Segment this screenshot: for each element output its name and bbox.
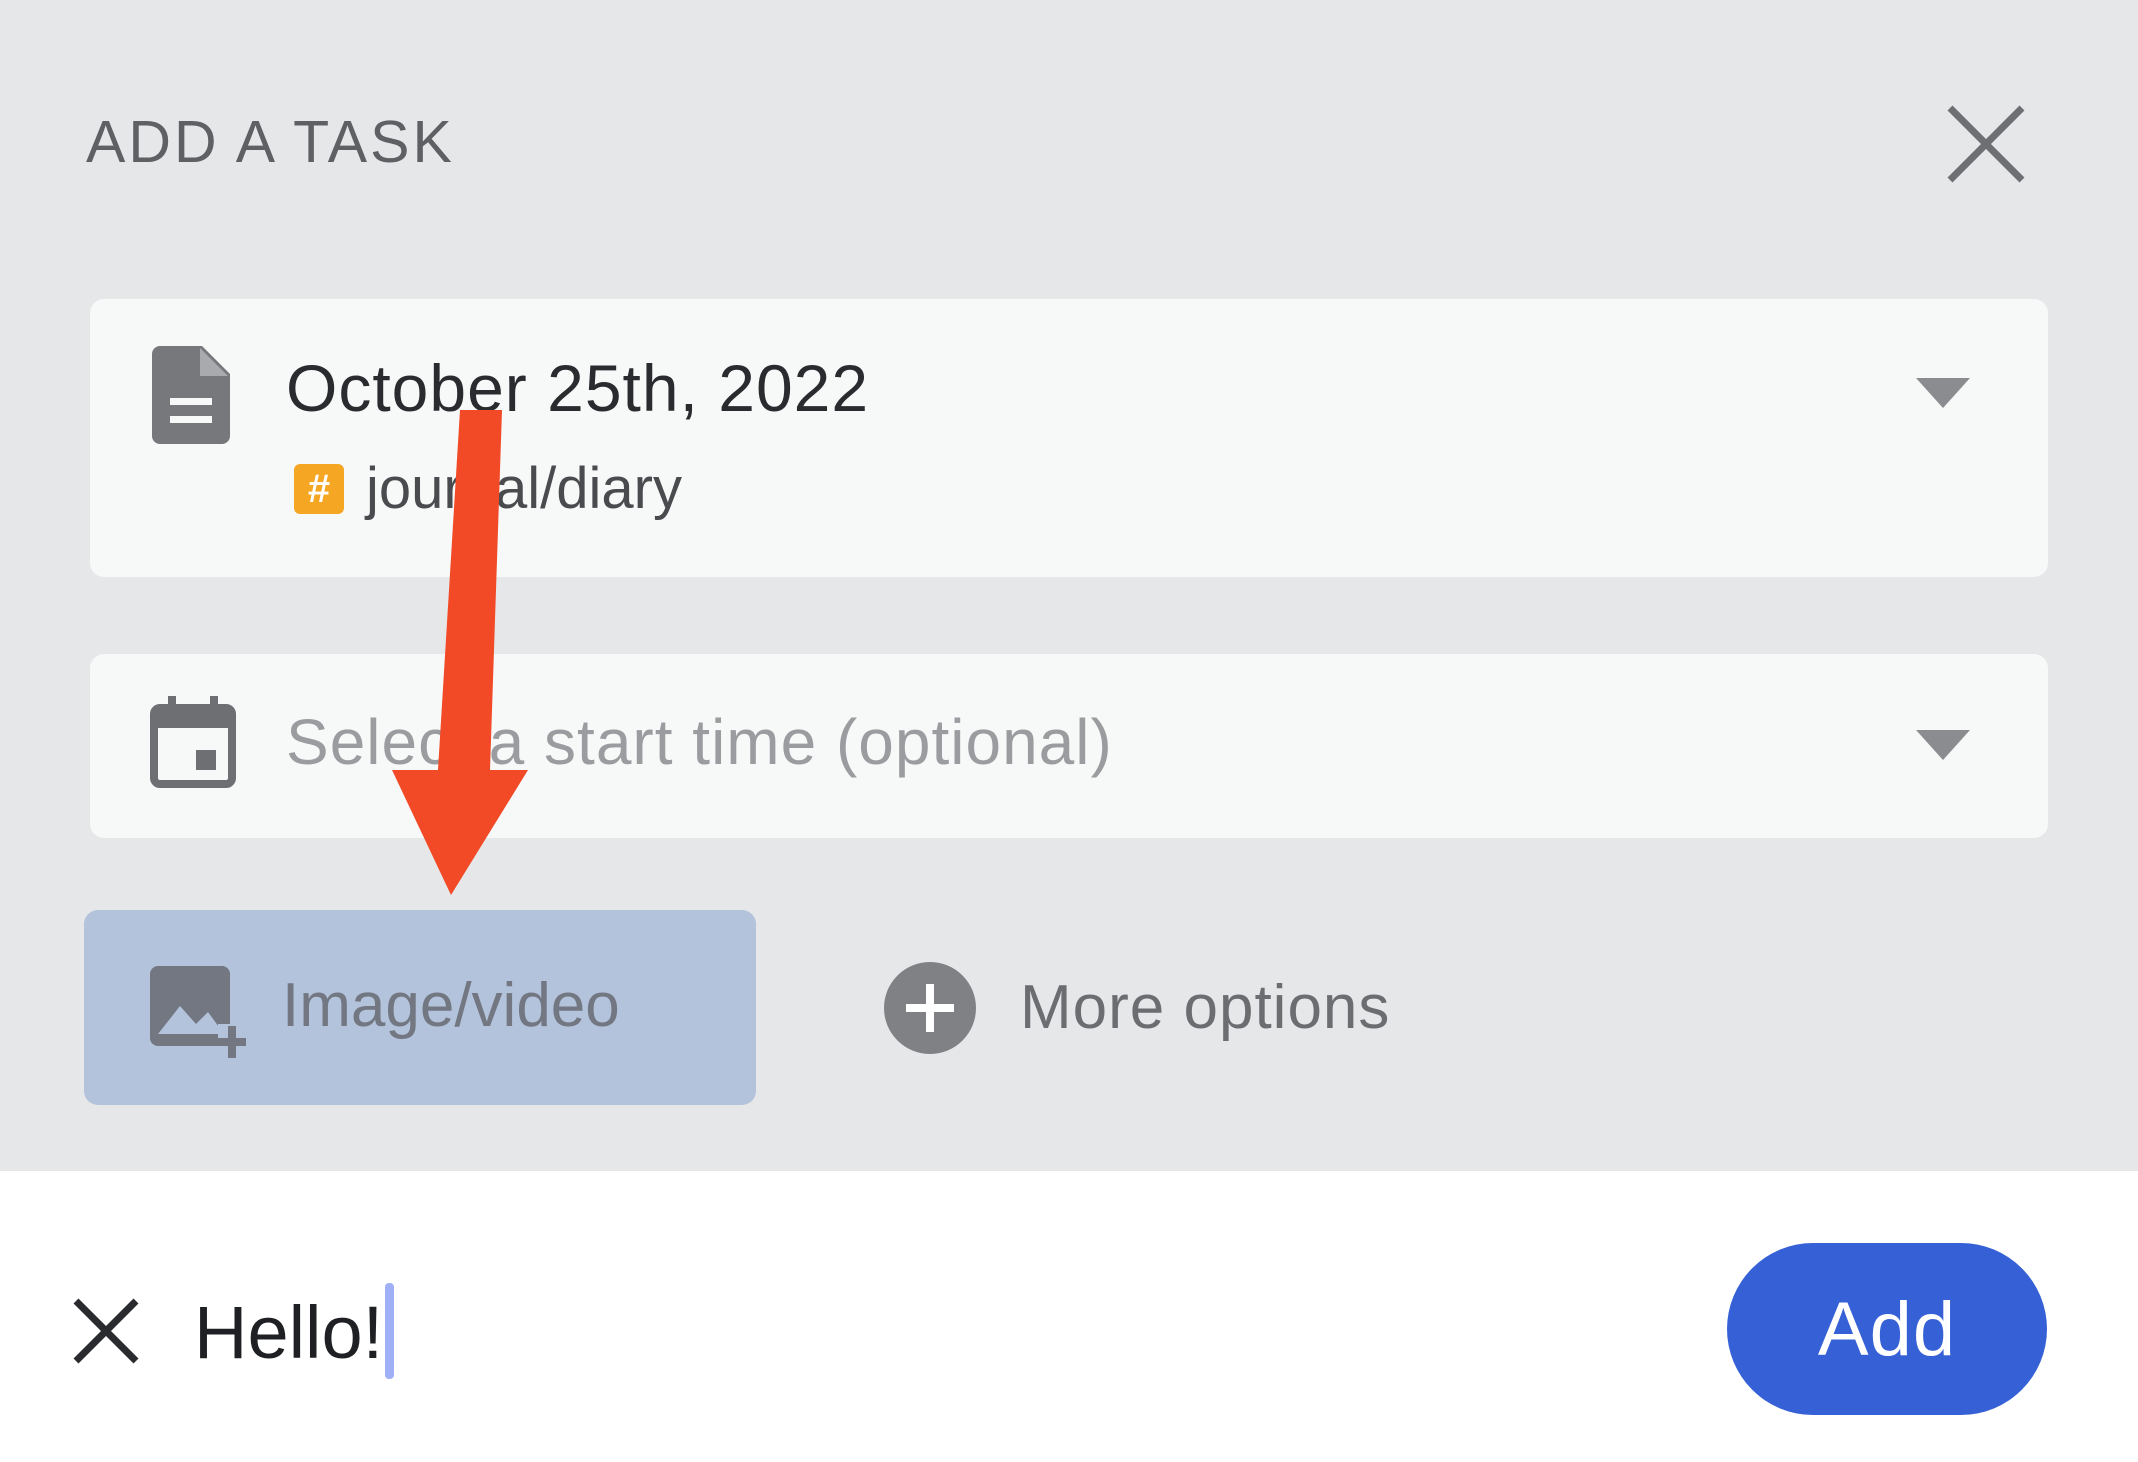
image-video-button[interactable]: Image/video — [84, 910, 756, 1105]
document-icon — [152, 346, 230, 444]
text-caret — [385, 1283, 394, 1379]
calendar-icon — [150, 696, 236, 788]
chevron-down-icon[interactable] — [1916, 378, 1970, 408]
more-options-label: More options — [1020, 973, 1391, 1042]
hashtag-icon: # — [294, 464, 344, 514]
more-options-button[interactable]: More options — [884, 962, 1484, 1054]
journal-tag: journal/diary — [366, 456, 682, 521]
panel-title: ADD A TASK — [86, 109, 455, 175]
journal-selector[interactable] — [90, 299, 2048, 577]
task-entry-bar: Add — [0, 1171, 2138, 1462]
journal-date: October 25th, 2022 — [286, 351, 870, 425]
add-photo-icon — [150, 966, 246, 1060]
start-time-placeholder: Select a start time (optional) — [286, 706, 1113, 778]
add-button[interactable]: Add — [1727, 1243, 2047, 1415]
close-icon[interactable] — [1942, 100, 2030, 188]
task-input[interactable] — [194, 1277, 1594, 1387]
chevron-down-icon[interactable] — [1916, 730, 1970, 760]
close-icon[interactable] — [70, 1295, 142, 1367]
plus-circle-icon — [884, 962, 976, 1054]
image-video-label: Image/video — [282, 971, 620, 1040]
add-task-panel: ADD A TASK October 25th, 2022 # journal/… — [0, 0, 2138, 1171]
